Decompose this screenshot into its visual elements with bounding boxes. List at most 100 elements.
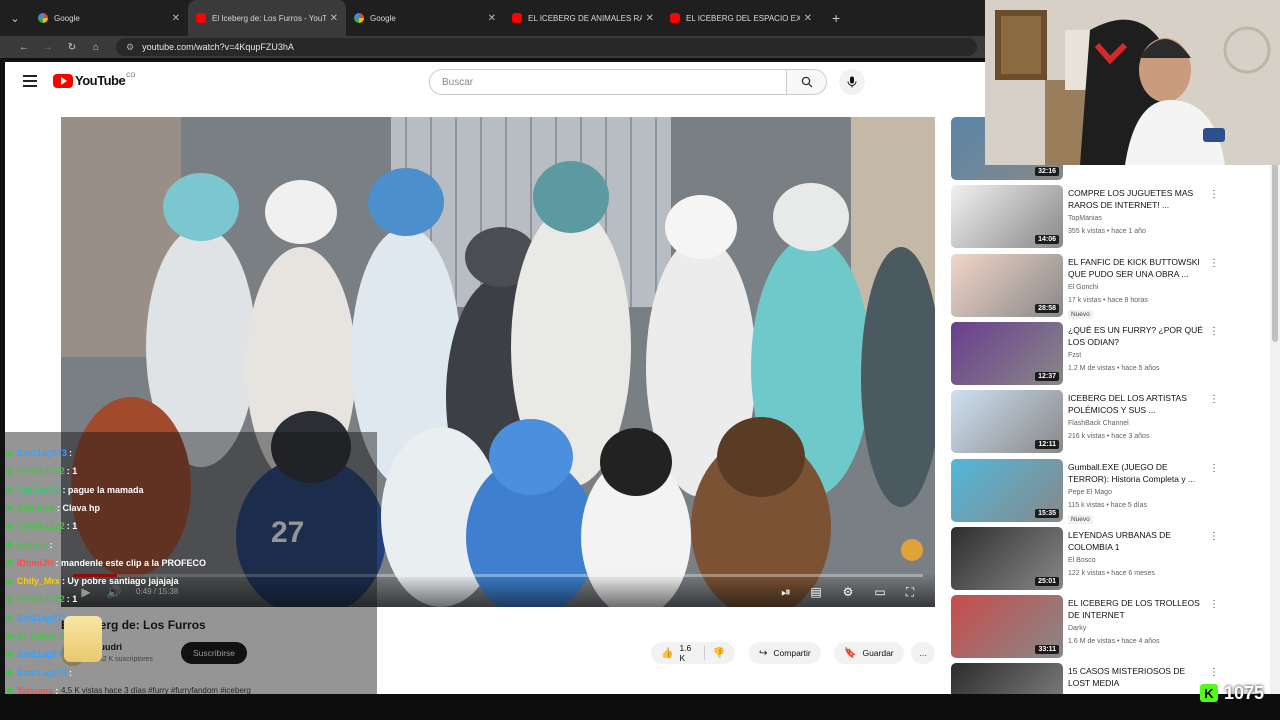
recommendation-meta: 355 k vistas • hace 1 año bbox=[1068, 228, 1146, 236]
chat-badge-icon: ◆ bbox=[6, 685, 13, 694]
new-tab-icon[interactable]: + bbox=[832, 10, 840, 26]
fullscreen-icon[interactable]: ⛶ bbox=[901, 585, 919, 599]
thumbs-up-icon[interactable]: 👍 bbox=[661, 648, 673, 659]
recommendation-channel[interactable]: FlashBack Channel bbox=[1068, 420, 1129, 427]
more-options-icon[interactable]: ⋮ bbox=[1209, 394, 1219, 405]
chat-badge-icon: ◆ bbox=[6, 593, 13, 604]
chat-message: ◆Sant1ag073: bbox=[6, 664, 72, 682]
subtitles-icon[interactable]: ▤ bbox=[807, 585, 825, 599]
browser-tab[interactable]: Google ✕ bbox=[30, 0, 188, 36]
recommendation-item[interactable]: 25:01 LEYENDAS URBANAS DE COLOMBIA 1 El Bo… bbox=[951, 526, 1221, 591]
close-tab-icon[interactable]: ✕ bbox=[488, 13, 496, 24]
share-arrow-icon: ↪ bbox=[759, 647, 768, 659]
site-info-icon[interactable]: ⚙ bbox=[126, 42, 134, 53]
close-tab-icon[interactable]: ✕ bbox=[172, 13, 180, 24]
recommendation-channel[interactable]: Fzst bbox=[1068, 352, 1081, 359]
browser-tab[interactable]: EL ICEBERG DEL ESPACIO EXPLI ✕ bbox=[662, 0, 820, 36]
recommendation-channel[interactable]: Pepe El Mago bbox=[1068, 489, 1112, 496]
close-tab-icon[interactable]: ✕ bbox=[804, 13, 812, 24]
video-thumbnail[interactable]: 12:37 bbox=[951, 321, 1063, 385]
search-button[interactable] bbox=[787, 69, 827, 95]
recommendation-channel[interactable]: El Gonchi bbox=[1068, 284, 1098, 291]
tab-title: Google bbox=[370, 13, 396, 23]
forward-arrow-icon[interactable]: → bbox=[36, 42, 60, 53]
search-icon bbox=[801, 76, 812, 88]
recommendation-item[interactable]: 28:58 EL FANFIC DE KICK BUTTOWSKI QUE PUD… bbox=[951, 253, 1221, 319]
chat-text: : Uy pobre santiago jajajaja bbox=[61, 576, 179, 587]
more-actions-button[interactable]: … bbox=[911, 642, 935, 664]
video-thumbnail[interactable]: 25:01 bbox=[951, 526, 1063, 590]
youtube-country-code: CO bbox=[126, 72, 136, 79]
chat-message: ◆ iDomiJH: mandenle este clip a la PROFEC… bbox=[6, 554, 206, 572]
stream-chat-overlay: ◆ Sant1ag073: ◆ Yordin1222: 1 ◆ YesGorRT: pag… bbox=[0, 432, 377, 694]
bookmark-icon: 🔖 bbox=[844, 647, 857, 659]
duration-badge: 25:01 bbox=[1035, 576, 1059, 586]
recommendation-item[interactable]: 15 CASOS MISTERIOSOS DE LOST MEDIA ⋮ bbox=[951, 663, 1221, 694]
recommendation-title: COMPRE LOS JUGUETES MAS RAROS DE INTERNE… bbox=[1068, 188, 1194, 211]
recommendation-channel[interactable]: El Bosco bbox=[1068, 557, 1096, 564]
search-placeholder: Buscar bbox=[442, 76, 474, 88]
more-options-icon[interactable]: ⋮ bbox=[1209, 189, 1219, 200]
autoplay-toggle-icon[interactable]: ⏯ bbox=[777, 585, 795, 599]
video-thumbnail[interactable]: 12:11 bbox=[951, 390, 1063, 454]
video-thumbnail[interactable]: 15:35 bbox=[951, 458, 1063, 522]
recommendation-channel[interactable]: TopManias bbox=[1068, 215, 1102, 222]
back-arrow-icon[interactable]: ← bbox=[12, 42, 36, 53]
tab-search-chevron-icon[interactable]: ⌄ bbox=[0, 0, 30, 36]
search-input[interactable]: Buscar bbox=[429, 69, 787, 95]
more-icon: … bbox=[918, 648, 928, 658]
reload-icon[interactable]: ↻ bbox=[60, 42, 84, 53]
browser-tab[interactable]: El Iceberg de: Los Furros - YouT ✕ bbox=[188, 0, 346, 36]
more-options-icon[interactable]: ⋮ bbox=[1209, 531, 1219, 542]
chat-text: : 1 bbox=[66, 466, 78, 477]
recommendation-meta: 1.6 M de vistas • hace 4 años bbox=[1068, 638, 1160, 646]
more-options-icon[interactable]: ⋮ bbox=[1209, 599, 1219, 610]
browser-tab[interactable]: Google ✕ bbox=[346, 0, 504, 36]
chat-message: ◆ kaboza: bbox=[6, 536, 52, 554]
settings-gear-icon[interactable]: ⚙ bbox=[839, 585, 857, 599]
recommendation-item[interactable]: 33:11 EL ICEBERG DE LOS TROLLEOS DE INTER… bbox=[951, 595, 1221, 659]
theater-mode-icon[interactable]: ▭ bbox=[871, 585, 889, 599]
thumbs-down-icon[interactable]: 👎 bbox=[713, 648, 725, 659]
youtube-logo[interactable]: YouTube CO bbox=[53, 73, 135, 88]
recommendation-item[interactable]: 15:35 Gumball.EXE (JUEGO DE TERROR): Hist… bbox=[951, 458, 1221, 524]
chat-username: Sant1ag073 bbox=[16, 667, 67, 678]
menu-icon[interactable] bbox=[23, 75, 37, 87]
youtube-icon bbox=[512, 13, 522, 23]
screen: ⌄ Google ✕ El Iceberg de: Los Furros - You… bbox=[0, 0, 1280, 720]
video-thumbnail[interactable] bbox=[951, 663, 1063, 694]
recommendation-item[interactable]: 12:37 ¿QUÉ ES UN FURRY? ¿POR QUÉ LOS ODIA… bbox=[951, 321, 1221, 386]
recommendation-meta: 115 k vistas • hace 5 días bbox=[1068, 501, 1147, 509]
chat-username: Sant1ag073 bbox=[16, 612, 67, 623]
home-icon[interactable]: ⌂ bbox=[84, 42, 108, 53]
chat-username: XRemick bbox=[16, 502, 55, 513]
more-options-icon[interactable]: ⋮ bbox=[1209, 326, 1219, 337]
more-options-icon[interactable]: ⋮ bbox=[1209, 258, 1219, 269]
like-count[interactable]: 1.6 K bbox=[679, 643, 691, 663]
close-tab-icon[interactable]: ✕ bbox=[330, 13, 338, 24]
voice-search-button[interactable] bbox=[839, 69, 865, 95]
recommendation-item[interactable]: 12:11 ICEBERG DEL LOS ARTISTAS POLÉMICOS … bbox=[951, 390, 1221, 454]
browser-tab[interactable]: EL ICEBERG DE ANIMALES RAR ✕ bbox=[504, 0, 662, 36]
more-options-icon[interactable]: ⋮ bbox=[1209, 463, 1219, 474]
taskbar bbox=[0, 694, 1280, 720]
streamer-webcam bbox=[985, 0, 1280, 165]
recommendation-title: LEYENDAS URBANAS DE COLOMBIA 1 bbox=[1068, 529, 1171, 552]
video-thumbnail[interactable]: 28:58 bbox=[951, 253, 1063, 317]
duration-badge: 32:16 bbox=[1035, 167, 1059, 176]
channel-watermark-icon[interactable] bbox=[901, 539, 923, 561]
close-tab-icon[interactable]: ✕ bbox=[646, 13, 654, 24]
more-options-icon[interactable]: ⋮ bbox=[1209, 667, 1219, 678]
chat-badge-icon: ◆ bbox=[6, 648, 13, 659]
chat-message: ◆ Chily_Mrx: Uy pobre santiago jajajaja bbox=[6, 572, 178, 590]
address-bar[interactable]: ⚙ youtube.com/watch?v=4KqupFZU3hA bbox=[116, 38, 977, 56]
recommendation-channel[interactable]: Darky bbox=[1068, 625, 1086, 632]
tab-title: Google bbox=[54, 13, 80, 23]
recommendation-item[interactable]: 14:06 COMPRE LOS JUGUETES MAS RAROS DE IN… bbox=[951, 185, 1221, 249]
chat-text: : mandenle este clip a la PROFECO bbox=[55, 557, 206, 568]
save-button[interactable]: 🔖 Guardar bbox=[834, 642, 904, 664]
share-button[interactable]: ↪ Compartir bbox=[749, 642, 821, 664]
video-thumbnail[interactable]: 33:11 bbox=[951, 595, 1063, 659]
recommendation-title: EL FANFIC DE KICK BUTTOWSKI QUE PUDO SER… bbox=[1068, 256, 1200, 279]
video-thumbnail[interactable]: 14:06 bbox=[951, 185, 1063, 249]
